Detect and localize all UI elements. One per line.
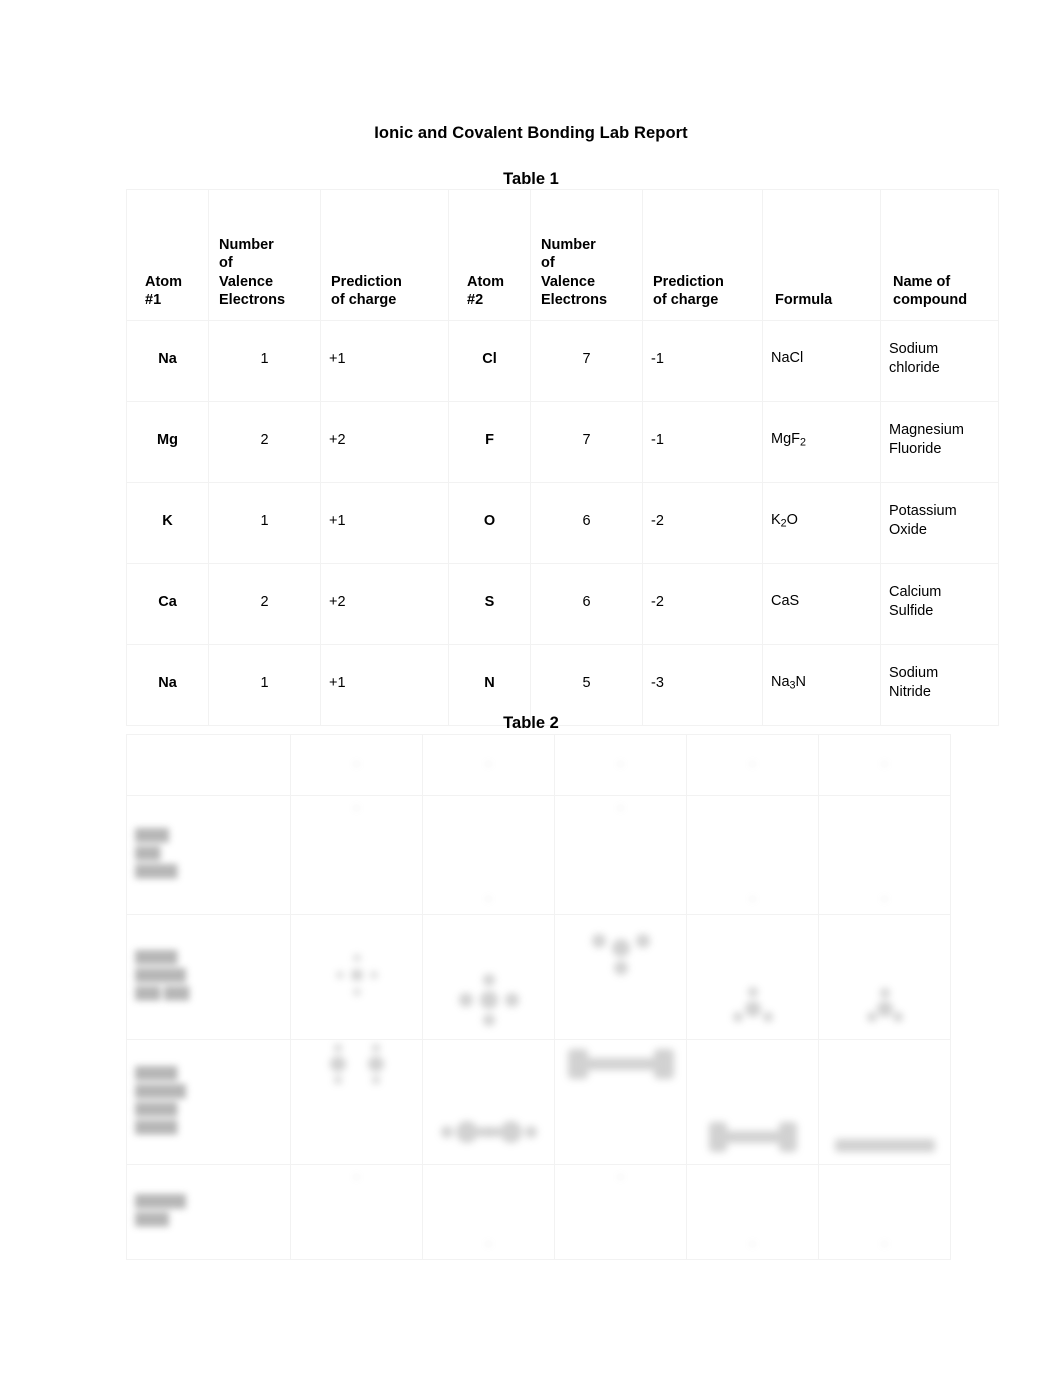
table2-cell: ▫	[422, 795, 555, 915]
cell-charge2: -1	[642, 320, 763, 402]
table2-cell: ▫	[818, 1164, 951, 1260]
cell-valence2: 7	[530, 401, 643, 483]
table2-cell: ▫	[818, 795, 951, 915]
table1-header-formula: Formula	[762, 189, 881, 321]
cell-charge1: +1	[320, 482, 449, 564]
lewis-structure-icon	[584, 919, 658, 977]
table2-cell-diagram	[686, 1039, 819, 1165]
lewis-structure-icon	[725, 979, 781, 1031]
cell-formula: NaCl	[762, 320, 881, 402]
cell-atom2: F	[448, 401, 531, 483]
cell-compound-name: Magnesium Fluoride	[880, 401, 999, 483]
table1-header-valence2: Number of Valence Electrons	[530, 189, 643, 321]
table2-row-label: █████ ██████ █████ █████	[126, 1039, 291, 1165]
page-title: Ionic and Covalent Bonding Lab Report	[374, 124, 688, 142]
formula-subscript: 2	[800, 436, 806, 449]
bond-diagram-icon	[705, 1118, 801, 1156]
table2-header-cell-5: ▫	[818, 734, 951, 796]
table2-header-cell-0	[126, 734, 291, 796]
table2-cell-diagram	[818, 1039, 951, 1165]
cell-atom2: O	[448, 482, 531, 564]
cell-charge2: -2	[642, 563, 763, 645]
cell-charge2: -2	[642, 482, 763, 564]
table2-header-cell-3: ▫	[554, 734, 687, 796]
bond-diagram-icon	[833, 1134, 937, 1156]
table-row: K 1 +1 O 6 -2 K2O Potassium Oxide	[126, 482, 999, 564]
cell-formula: CaS	[762, 563, 881, 645]
cell-atom1: K	[126, 482, 209, 564]
table-row: Mg 2 +2 F 7 -1 MgF2 Magnesium Fluoride	[126, 401, 999, 483]
table1-header-atom2: Atom #2	[448, 189, 531, 321]
cell-valence1: 1	[208, 320, 321, 402]
cell-valence1: 2	[208, 563, 321, 645]
table2: ▫ ▫ ▫ ▫ ▫ ████ ███ █████ ▫ ▫ ▫ ▫ ▫ █████…	[126, 734, 951, 1260]
bond-diagram-icon	[437, 1108, 541, 1156]
cell-valence1: 2	[208, 401, 321, 483]
table-row: ████ ███ █████ ▫ ▫ ▫ ▫ ▫	[126, 795, 951, 915]
table2-cell-diagram	[290, 914, 423, 1040]
cell-formula: K2O	[762, 482, 881, 564]
cell-valence2: 6	[530, 563, 643, 645]
table2-cell: ▫	[290, 1164, 423, 1260]
cell-atom1: Na	[126, 320, 209, 402]
table2-cell-diagram	[818, 914, 951, 1040]
lewis-structure-icon	[331, 949, 383, 1001]
table1-header-charge2: Prediction of charge	[642, 189, 763, 321]
bond-diagram-icon	[562, 1044, 680, 1084]
lewis-structure-icon	[860, 981, 910, 1031]
table2-header-cell-4: ▫	[686, 734, 819, 796]
cell-charge2: -1	[642, 401, 763, 483]
document-page: Ionic and Covalent Bonding Lab Report Ta…	[0, 0, 1062, 1377]
table-row: █████ ██████ ███ ███	[126, 914, 951, 1040]
table2-cell-diagram	[290, 1039, 423, 1165]
table1-header-valence1: Number of Valence Electrons	[208, 189, 321, 321]
bond-diagram-icon	[313, 1044, 401, 1090]
cell-charge1: +2	[320, 563, 449, 645]
table2-cell: ▫	[686, 795, 819, 915]
table1-header-name: Name of compound	[880, 189, 999, 321]
table2-cell-diagram	[422, 1039, 555, 1165]
table-row: Ca 2 +2 S 6 -2 CaS Calcium Sulfide	[126, 563, 999, 645]
cell-compound-name: Potassium Oxide	[880, 482, 999, 564]
table2-container: ▫ ▫ ▫ ▫ ▫ ████ ███ █████ ▫ ▫ ▫ ▫ ▫ █████…	[126, 734, 951, 1260]
lewis-structure-icon	[450, 969, 528, 1031]
cell-atom1: Ca	[126, 563, 209, 645]
table2-cell-diagram	[554, 1039, 687, 1165]
table2-header-cell-2: ▫	[422, 734, 555, 796]
cell-valence1: 1	[208, 482, 321, 564]
table1-header-atom1: Atom #1	[126, 189, 209, 321]
table2-header-row: ▫ ▫ ▫ ▫ ▫	[126, 734, 951, 796]
table1-header-charge1: Prediction of charge	[320, 189, 449, 321]
table2-cell: ▫	[686, 1164, 819, 1260]
cell-atom2: Cl	[448, 320, 531, 402]
table2-cell: ▫	[554, 1164, 687, 1260]
table2-cell: ▫	[290, 795, 423, 915]
cell-atom2: S	[448, 563, 531, 645]
table2-caption: Table 2	[503, 714, 559, 732]
table1: Atom #1 Number of Valence Electrons Pred…	[126, 189, 999, 726]
table1-header-row: Atom #1 Number of Valence Electrons Pred…	[126, 189, 999, 321]
cell-formula: MgF2	[762, 401, 881, 483]
table-row: █████ ██████ █████ █████	[126, 1039, 951, 1165]
cell-valence2: 6	[530, 482, 643, 564]
cell-charge1: +1	[320, 320, 449, 402]
cell-atom1: Mg	[126, 401, 209, 483]
cell-compound-name: Calcium Sulfide	[880, 563, 999, 645]
table2-cell-diagram	[422, 914, 555, 1040]
table2-cell: ▫	[422, 1164, 555, 1260]
table2-cell-diagram	[686, 914, 819, 1040]
table2-header-cell-1: ▫	[290, 734, 423, 796]
table2-cell: ▫	[554, 795, 687, 915]
table2-row-label: ██████ ████	[126, 1164, 291, 1260]
table2-row-label: █████ ██████ ███ ███	[126, 914, 291, 1040]
cell-charge1: +2	[320, 401, 449, 483]
cell-valence2: 7	[530, 320, 643, 402]
table-row: Na 1 +1 Cl 7 -1 NaCl Sodium chloride	[126, 320, 999, 402]
table1-caption: Table 1	[503, 170, 559, 188]
table2-row-label: ████ ███ █████	[126, 795, 291, 915]
table2-cell-diagram	[554, 914, 687, 1040]
table1-container: Atom #1 Number of Valence Electrons Pred…	[126, 189, 999, 726]
table-row: ██████ ████ ▫ ▫ ▫ ▫ ▫	[126, 1164, 951, 1260]
cell-compound-name: Sodium chloride	[880, 320, 999, 402]
